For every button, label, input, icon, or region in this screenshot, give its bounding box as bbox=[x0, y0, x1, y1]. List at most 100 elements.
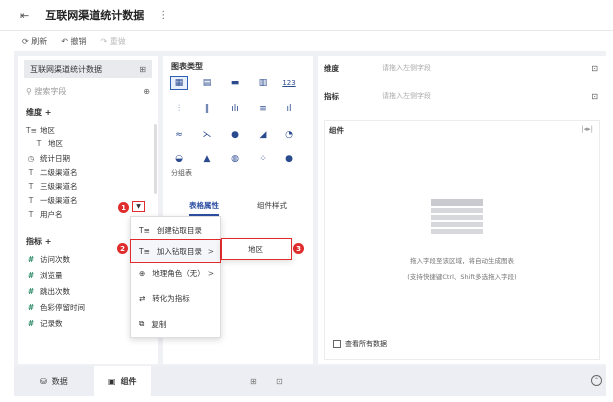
tab-table-properties[interactable]: 表格属性 bbox=[189, 200, 219, 216]
more-icon[interactable]: ⋮ bbox=[158, 10, 168, 21]
metric-drop-zone[interactable]: 指标 请拖入左侧字段 ⊡ bbox=[324, 86, 600, 106]
field-label: 色彩停留时间 bbox=[40, 303, 85, 312]
collapse-bar-icon[interactable]: ⌃ bbox=[591, 375, 602, 386]
menu-item-convert-metric[interactable]: ⇄ 转化为指标 bbox=[131, 287, 220, 309]
line-chart-icon[interactable]: ≈ bbox=[171, 129, 187, 141]
area-chart-icon[interactable]: ◢ bbox=[255, 129, 271, 141]
add-dimension-button[interactable]: + bbox=[45, 108, 52, 117]
dataset-name: 互联网渠道统计数据 bbox=[30, 64, 102, 74]
metric-field[interactable]: # 浏览量 bbox=[26, 270, 63, 281]
dimension-heading: 维度 bbox=[26, 108, 42, 117]
add-metric-button[interactable]: + bbox=[45, 237, 52, 246]
rose-chart-icon[interactable]: ◒ bbox=[171, 153, 187, 165]
globe-icon: ⊕ bbox=[139, 268, 146, 278]
field-label: 访问次数 bbox=[40, 255, 70, 264]
switch-dataset-icon[interactable]: ⊞ bbox=[139, 65, 146, 74]
empty-table-icon bbox=[431, 199, 483, 237]
undo-button[interactable]: ↶ 撤销 bbox=[61, 36, 86, 47]
add-dashboard-button[interactable]: ⊡ bbox=[276, 377, 283, 386]
search-field[interactable]: ⚲ 搜索字段 ⊕ bbox=[26, 83, 150, 99]
field-label: 浏览量 bbox=[40, 271, 63, 280]
number-field-icon: # bbox=[27, 303, 35, 312]
empty-hint-shortcut: (支持快捷键Ctrl、Shift多选拖入字段) bbox=[407, 273, 517, 281]
show-all-data-checkbox[interactable]: 查看所有数据 bbox=[333, 339, 387, 349]
block-table-icon[interactable]: ▥ bbox=[255, 77, 271, 89]
metric-heading: 指标 bbox=[26, 237, 42, 246]
map-chart-icon[interactable]: ◍ bbox=[227, 153, 243, 165]
step-badge-1: 1 bbox=[118, 202, 129, 213]
number-field-icon: # bbox=[27, 255, 35, 264]
number-chart-icon[interactable]: 123 bbox=[281, 77, 297, 89]
drill-icon: T≡ bbox=[139, 225, 150, 235]
dimension-field[interactable]: T 用户名 bbox=[26, 209, 63, 220]
grouped-bar-icon[interactable]: ⫶ bbox=[171, 103, 187, 115]
sort-icon[interactable]: ⊡ bbox=[591, 92, 598, 101]
text-field-icon: T bbox=[28, 182, 34, 191]
table-chart-icon[interactable]: ▦ bbox=[170, 76, 188, 90]
sort-icon[interactable]: ⊡ bbox=[591, 64, 598, 73]
dimension-field[interactable]: T≡ 地区 bbox=[26, 125, 55, 136]
toolbar: ⟳ 刷新 ↶ 撤销 ↷ 重做 bbox=[0, 31, 613, 51]
detail-table-icon[interactable]: ▬ bbox=[227, 77, 243, 89]
search-placeholder: 搜索字段 bbox=[34, 86, 67, 96]
convert-icon: ⇄ bbox=[139, 293, 146, 303]
field-label: 记录数 bbox=[40, 319, 63, 328]
menu-item-label: 地理角色（无） bbox=[152, 268, 205, 278]
text-field-icon: T bbox=[28, 210, 34, 219]
field-label: 地区 bbox=[40, 126, 55, 135]
component-heading: 组件 bbox=[329, 126, 344, 135]
add-component-button[interactable]: ⊞ bbox=[250, 377, 257, 386]
menu-item-label: 转化为指标 bbox=[152, 293, 190, 303]
dimension-field[interactable]: T 一级渠道名 bbox=[26, 195, 78, 206]
funnel-chart-icon[interactable]: ▲ bbox=[199, 153, 215, 165]
database-icon: ⛁ bbox=[40, 376, 47, 386]
tab-component-style[interactable]: 组件样式 bbox=[257, 200, 287, 211]
submenu-arrow-icon: > bbox=[207, 246, 214, 256]
dimension-field[interactable]: T 地区 bbox=[34, 138, 63, 149]
checkbox-label: 查看所有数据 bbox=[345, 340, 387, 348]
add-dashboard-icon: ⊡ bbox=[276, 376, 283, 386]
tab-data[interactable]: ⛁ 数据 bbox=[40, 376, 68, 387]
menu-item-geo-role[interactable]: ⊕ 地理角色（无） > bbox=[131, 262, 220, 284]
dataset-selector[interactable]: 互联网渠道统计数据 ⊞ bbox=[24, 60, 152, 78]
redo-label: 重做 bbox=[109, 36, 126, 46]
menu-item-add-drill[interactable]: T≡ 加入钻取目录 > bbox=[130, 239, 221, 263]
metric-field[interactable]: # 记录数 bbox=[26, 318, 63, 329]
dimension-field[interactable]: ◷ 统计日期 bbox=[26, 153, 70, 164]
menu-item-copy[interactable]: ⧉ 复制 bbox=[131, 313, 220, 335]
dimension-field[interactable]: T 二级渠道名 bbox=[26, 167, 78, 178]
field-scrollbar[interactable] bbox=[154, 124, 157, 194]
dimension-drop-zone[interactable]: 维度 请拖入左侧字段 ⊡ bbox=[324, 58, 600, 78]
refresh-button[interactable]: ⟳ 刷新 bbox=[22, 36, 47, 47]
collapse-icon[interactable]: ⇤ bbox=[20, 9, 29, 22]
component-canvas[interactable]: 组件 |◂▸| 拖入字段至该区域，将自动生成图表 (支持快捷键Ctrl、Shif… bbox=[324, 120, 600, 360]
scatter-chart-icon[interactable]: ⁘ bbox=[255, 153, 271, 165]
expand-icon[interactable]: |◂▸| bbox=[581, 125, 593, 133]
bubble-chart-icon[interactable]: ● bbox=[281, 153, 297, 165]
number-field-icon: # bbox=[27, 287, 35, 296]
bar-chart-icon[interactable]: ≡ bbox=[255, 103, 271, 115]
metric-field[interactable]: # 色彩停留时间 bbox=[26, 302, 85, 313]
pie-chart-icon[interactable]: ● bbox=[227, 129, 243, 141]
cross-table-icon[interactable]: ▤ bbox=[199, 77, 215, 89]
dimension-zone-label: 维度 bbox=[324, 63, 339, 73]
redo-button[interactable]: ↷ 重做 bbox=[101, 36, 126, 47]
text-field-icon: T bbox=[36, 139, 42, 148]
dimension-field[interactable]: T 三级渠道名 bbox=[26, 181, 78, 192]
field-dropdown-button[interactable]: ▼ bbox=[132, 201, 145, 212]
chart-type-caption: 分组表 bbox=[171, 169, 192, 177]
tab-component[interactable]: ▣ 组件 bbox=[94, 366, 151, 396]
page-title: 互联网渠道统计数据 bbox=[45, 9, 145, 22]
waterfall-icon[interactable]: ıl bbox=[281, 103, 297, 115]
menu-item-create-drill[interactable]: T≡ 创建钻取目录 bbox=[131, 219, 220, 241]
stacked-bar-icon[interactable]: ‖ bbox=[199, 103, 215, 115]
radar-chart-icon[interactable]: ⋋ bbox=[199, 129, 215, 141]
metric-field[interactable]: # 访问次数 bbox=[26, 254, 70, 265]
field-label: 地区 bbox=[48, 139, 63, 148]
metric-field[interactable]: # 跳出次数 bbox=[26, 286, 70, 297]
date-field-icon: ◷ bbox=[27, 154, 35, 163]
gauge-chart-icon[interactable]: ◔ bbox=[281, 129, 297, 141]
add-field-icon[interactable]: ⊕ bbox=[143, 87, 150, 96]
submenu-item-region[interactable]: 地区 bbox=[221, 238, 292, 260]
column-chart-icon[interactable]: ılı bbox=[227, 103, 243, 115]
